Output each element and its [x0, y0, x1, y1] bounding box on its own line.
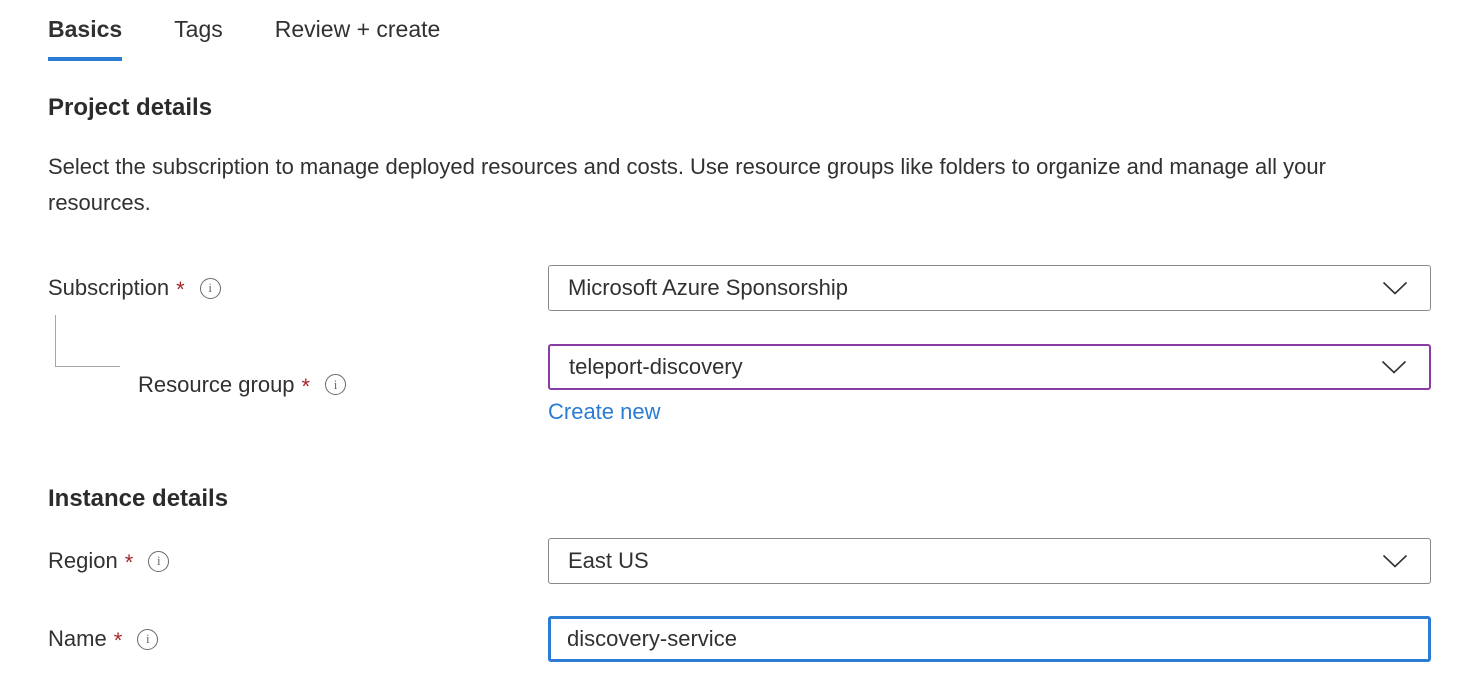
chevron-down-icon — [1382, 281, 1408, 296]
project-details-description: Select the subscription to manage deploy… — [48, 149, 1378, 221]
project-details-heading: Project details — [48, 94, 1431, 122]
tab-tags[interactable]: Tags — [174, 14, 223, 61]
region-row: Region * i East US — [48, 538, 1431, 584]
required-asterisk: * — [176, 277, 185, 303]
create-new-link[interactable]: Create new — [548, 399, 661, 425]
resource-group-row: Resource group * i teleport-discovery Cr… — [48, 344, 1431, 425]
info-icon[interactable]: i — [200, 278, 221, 299]
name-label: Name — [48, 626, 107, 652]
create-resource-form: Basics Tags Review + create Project deta… — [0, 0, 1468, 700]
name-row: Name * i — [48, 616, 1431, 662]
subscription-label: Subscription — [48, 275, 169, 301]
resource-group-dropdown[interactable]: teleport-discovery — [548, 344, 1431, 390]
chevron-down-icon — [1382, 554, 1408, 569]
info-icon[interactable]: i — [325, 374, 346, 395]
region-value: East US — [568, 548, 1382, 574]
required-asterisk: * — [302, 374, 311, 400]
info-icon[interactable]: i — [137, 629, 158, 650]
tab-review-create[interactable]: Review + create — [275, 14, 441, 61]
subscription-row: Subscription * i Microsoft Azure Sponsor… — [48, 265, 1431, 311]
region-dropdown[interactable]: East US — [548, 538, 1431, 584]
resource-group-label: Resource group — [138, 372, 295, 398]
name-input[interactable] — [548, 616, 1431, 662]
region-label: Region — [48, 548, 118, 574]
required-asterisk: * — [114, 628, 123, 654]
resource-group-value: teleport-discovery — [569, 354, 1381, 380]
chevron-down-icon — [1381, 360, 1407, 375]
subscription-dropdown[interactable]: Microsoft Azure Sponsorship — [548, 265, 1431, 311]
subscription-value: Microsoft Azure Sponsorship — [568, 275, 1382, 301]
info-icon[interactable]: i — [148, 551, 169, 572]
hierarchy-connector-line — [55, 315, 120, 367]
required-asterisk: * — [125, 550, 134, 576]
tab-basics[interactable]: Basics — [48, 14, 122, 61]
tab-strip: Basics Tags Review + create — [48, 14, 1431, 61]
instance-details-heading: Instance details — [48, 485, 1431, 513]
